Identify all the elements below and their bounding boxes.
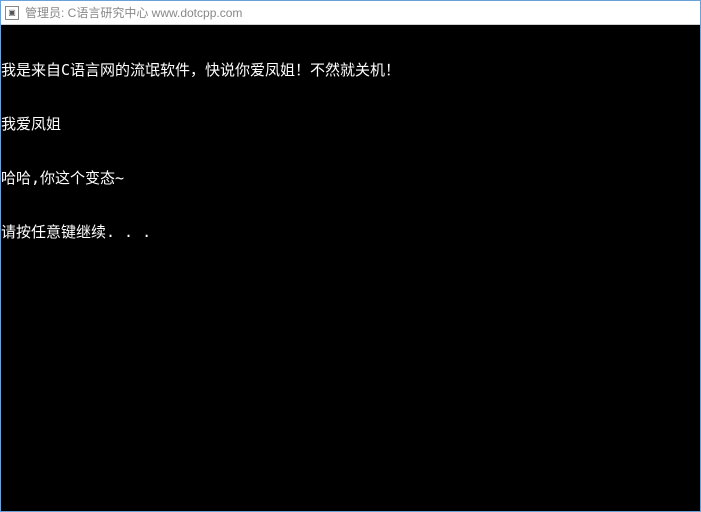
window-title: 管理员: C语言研究中心 www.dotcpp.com <box>25 4 242 21</box>
titlebar[interactable]: ▣ 管理员: C语言研究中心 www.dotcpp.com <box>1 1 700 25</box>
console-area[interactable]: 我是来自C语言网的流氓软件，快说你爱凤姐！不然就关机！ 我爱凤姐 哈哈,你这个变… <box>1 25 700 511</box>
window: ▣ 管理员: C语言研究中心 www.dotcpp.com 我是来自C语言网的流… <box>0 0 701 512</box>
console-line: 请按任意键继续. . . <box>1 223 700 241</box>
console-line: 我爱凤姐 <box>1 115 700 133</box>
console-line: 我是来自C语言网的流氓软件，快说你爱凤姐！不然就关机！ <box>1 61 700 79</box>
console-line: 哈哈,你这个变态~ <box>1 169 700 187</box>
app-icon: ▣ <box>5 6 19 20</box>
